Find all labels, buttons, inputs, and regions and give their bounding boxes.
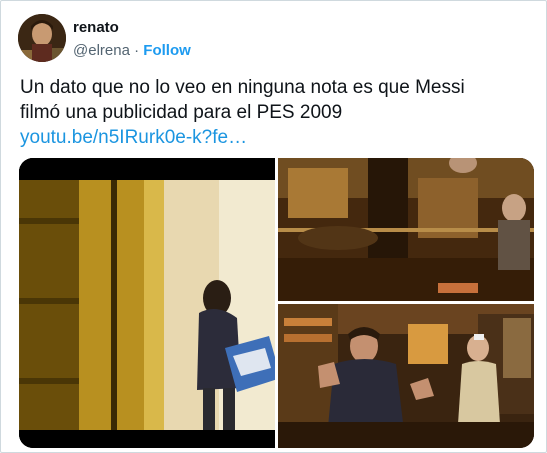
follow-button[interactable]: Follow xyxy=(143,42,191,59)
avatar[interactable] xyxy=(18,14,66,62)
handle-separator: · xyxy=(134,42,140,59)
media-image-1-picture xyxy=(19,158,275,448)
media-image-1[interactable] xyxy=(19,158,275,448)
avatar-image xyxy=(18,14,66,62)
media-image-3[interactable] xyxy=(278,304,534,448)
tweet-card: renato @elrena · Follow Un dato que no l… xyxy=(0,0,547,453)
author-handle[interactable]: @elrena xyxy=(73,42,130,59)
tweet-text: Un dato que no lo veo en ninguna nota es… xyxy=(20,75,530,150)
media-image-3-picture xyxy=(278,304,534,448)
tweet-text-line-1: Un dato que no lo veo en ninguna nota es… xyxy=(20,77,465,98)
media-image-2-picture xyxy=(278,158,534,301)
author-display-name[interactable]: renato xyxy=(73,19,119,36)
media-grid xyxy=(19,158,534,448)
tweet-link[interactable]: youtu.be/n5IRurk0e-k?fe… xyxy=(20,125,530,150)
tweet-text-line-2: filmó una publicidad para el PES 2009 xyxy=(20,102,343,123)
author-handle-row: @elrena · Follow xyxy=(73,42,191,59)
media-image-2[interactable] xyxy=(278,158,534,301)
